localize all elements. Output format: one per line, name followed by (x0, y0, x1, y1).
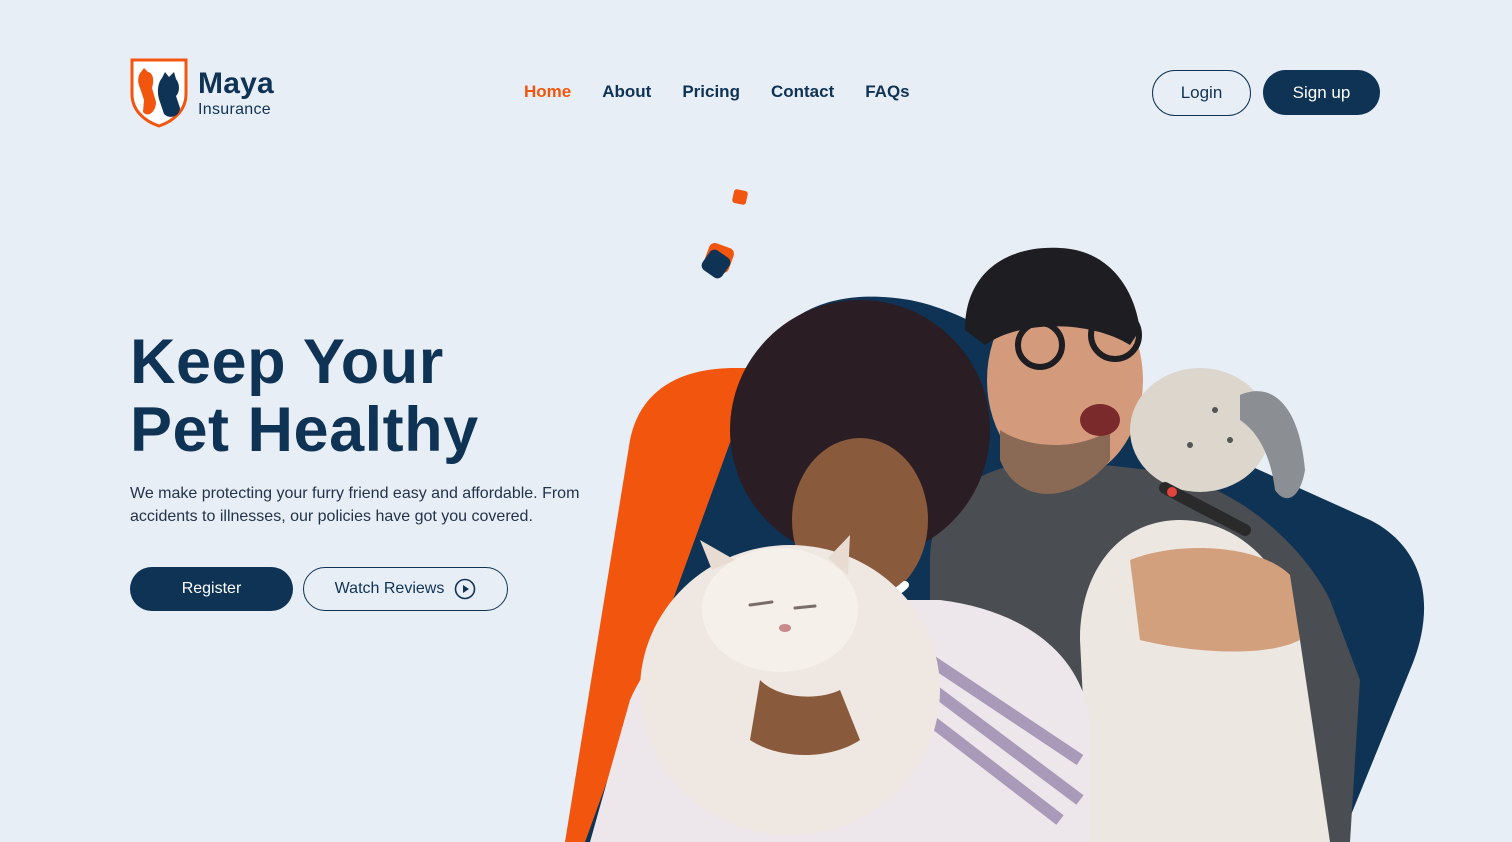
woman-figure (590, 300, 1090, 842)
landing-page: Maya Insurance Home About Pricing Contac… (0, 0, 1512, 842)
play-circle-icon (455, 578, 476, 600)
navy-blob (585, 296, 1425, 842)
nav-item-about[interactable]: About (602, 82, 651, 102)
nav-item-contact[interactable]: Contact (771, 82, 834, 102)
hero-title-line-2: Pet Healthy (130, 395, 479, 465)
nav-item-faqs[interactable]: FAQs (865, 82, 909, 102)
login-button[interactable]: Login (1152, 70, 1251, 116)
dog-figure (1080, 368, 1330, 842)
nav-item-pricing[interactable]: Pricing (682, 82, 740, 102)
brand-name: Maya (198, 66, 274, 100)
hero-title: Keep Your Pet Healthy (130, 328, 479, 464)
auth-actions: Login Sign up (1152, 70, 1380, 116)
confetti-navy (701, 249, 731, 279)
watch-reviews-label: Watch Reviews (334, 580, 445, 597)
confetti-orange-small (732, 189, 748, 205)
hero-description: We make protecting your furry friend eas… (130, 485, 580, 525)
hero-title-line-1: Keep Your (130, 327, 444, 397)
signup-button[interactable]: Sign up (1263, 70, 1380, 115)
register-button[interactable]: Register (130, 567, 293, 611)
watch-reviews-button[interactable]: Watch Reviews (303, 567, 508, 611)
brand-logo[interactable]: Maya Insurance (130, 58, 274, 128)
shield-pet-logo-icon (130, 58, 188, 128)
nav-item-home[interactable]: Home (524, 82, 571, 102)
main-nav: Home About Pricing Contact FAQs (524, 82, 910, 102)
man-figure (930, 247, 1360, 842)
orange-blob (565, 368, 760, 842)
brand-subtitle: Insurance (198, 100, 271, 118)
cat-figure (640, 535, 940, 835)
hero-cta-group: Register Watch Reviews (130, 567, 508, 611)
confetti-orange (704, 243, 734, 273)
